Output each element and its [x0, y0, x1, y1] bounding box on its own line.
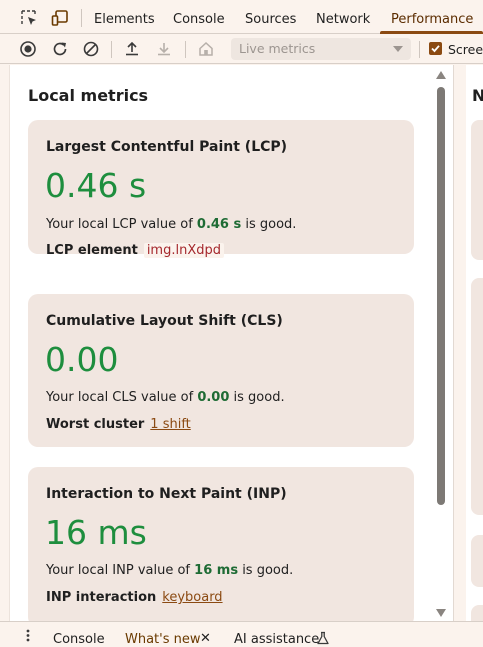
device-toolbar-icon[interactable]	[51, 9, 69, 27]
more-options-icon[interactable]	[26, 629, 30, 642]
card-title: Cumulative Layout Shift (CLS)	[46, 313, 283, 329]
row-label: LCP element	[46, 243, 138, 258]
select-value: Live metrics	[239, 41, 316, 56]
tab-performance[interactable]: Performance	[391, 12, 473, 27]
drawer-tab-ai-assistance[interactable]: AI assistance	[234, 632, 319, 647]
tab-network[interactable]: Network	[316, 12, 370, 27]
section-title: Local metrics	[28, 86, 149, 105]
metric-value: 16 ms	[45, 513, 147, 552]
chevron-down-icon	[393, 46, 403, 52]
metric-description: Your local LCP value of 0.46 s is good.	[46, 217, 296, 232]
field-card	[471, 605, 483, 621]
card-title: Interaction to Next Paint (INP)	[46, 486, 287, 502]
vertical-scrollbar[interactable]	[436, 71, 446, 617]
metric-description: Your local CLS value of 0.00 is good.	[46, 390, 285, 405]
toolbar-separator	[419, 41, 420, 58]
panel-left-edge	[0, 65, 10, 621]
tab-elements[interactable]: Elements	[94, 12, 155, 27]
download-icon[interactable]	[155, 40, 173, 58]
field-card	[471, 120, 483, 260]
home-icon[interactable]	[197, 40, 215, 58]
flask-icon	[317, 631, 329, 645]
upload-icon[interactable]	[123, 40, 141, 58]
inp-interaction-row: INP interaction keyboard	[46, 590, 223, 605]
metric-description: Your local INP value of 16 ms is good.	[46, 563, 293, 578]
lcp-card: Largest Contentful Paint (LCP) 0.46 s Yo…	[28, 120, 414, 258]
cls-card: Cumulative Layout Shift (CLS) 0.00 Your …	[28, 294, 414, 447]
scroll-down-arrow-icon[interactable]	[436, 609, 446, 617]
desc-suffix: is good.	[229, 390, 285, 405]
lcp-element-node-link[interactable]: img.lnXdpd	[143, 243, 224, 258]
card-title: Largest Contentful Paint (LCP)	[46, 139, 288, 155]
desc-prefix: Your local LCP value of	[46, 217, 197, 232]
tab-sources[interactable]: Sources	[245, 12, 296, 27]
desc-suffix: is good.	[241, 217, 297, 232]
drawer-tab-console[interactable]: Console	[53, 632, 105, 647]
inspect-element-icon[interactable]	[20, 9, 38, 27]
inp-interaction-link[interactable]: keyboard	[162, 590, 222, 605]
inp-card: Interaction to Next Paint (INP) 16 ms Yo…	[28, 467, 414, 621]
devtools-tab-bar: Elements Console Sources Network Perform…	[0, 0, 483, 34]
desc-prefix: Your local INP value of	[46, 563, 195, 578]
tab-console[interactable]: Console	[173, 12, 225, 27]
desc-value: 0.46 s	[196, 217, 242, 232]
metric-value: 0.46 s	[45, 166, 147, 205]
toolbar-separator	[111, 41, 112, 58]
tab-separator	[81, 9, 82, 27]
reload-icon[interactable]	[51, 40, 69, 58]
live-metrics-select[interactable]: Live metrics	[231, 38, 411, 60]
desc-suffix: is good.	[238, 563, 294, 578]
checkmark-icon	[431, 45, 440, 53]
field-metrics-panel: N	[453, 65, 483, 621]
worst-cluster-link[interactable]: 1 shift	[150, 417, 190, 432]
screenshots-checkbox[interactable]	[429, 42, 442, 55]
desc-value: 0.00	[197, 390, 230, 405]
worst-cluster-row: Worst cluster 1 shift	[46, 417, 191, 432]
field-metrics-content: N	[466, 65, 483, 621]
scroll-up-arrow-icon[interactable]	[436, 71, 446, 79]
panel-title-fragment: N	[472, 86, 483, 105]
lcp-element-row: LCP element img.lnXdpd	[46, 243, 224, 258]
row-label: Worst cluster	[46, 417, 145, 432]
scrollbar-thumb[interactable]	[437, 87, 445, 505]
screenshots-checkbox-label[interactable]: Screen	[448, 42, 483, 57]
field-card	[471, 535, 483, 587]
local-metrics-panel: Local metrics Largest Contentful Paint (…	[10, 65, 453, 621]
clear-icon[interactable]	[82, 40, 100, 58]
drawer-tab-whats-new[interactable]: What's new	[125, 632, 201, 647]
row-label: INP interaction	[46, 590, 157, 605]
drawer-tab-bar: Console What's new ✕ AI assistance	[0, 621, 483, 647]
field-card	[471, 278, 483, 515]
toolbar-separator	[185, 41, 186, 58]
record-icon[interactable]	[19, 40, 37, 58]
performance-toolbar: Live metrics Screen	[0, 34, 483, 64]
desc-prefix: Your local CLS value of	[46, 390, 198, 405]
metric-value: 0.00	[45, 340, 119, 379]
close-icon[interactable]: ✕	[200, 631, 211, 646]
desc-value: 16 ms	[194, 563, 239, 578]
